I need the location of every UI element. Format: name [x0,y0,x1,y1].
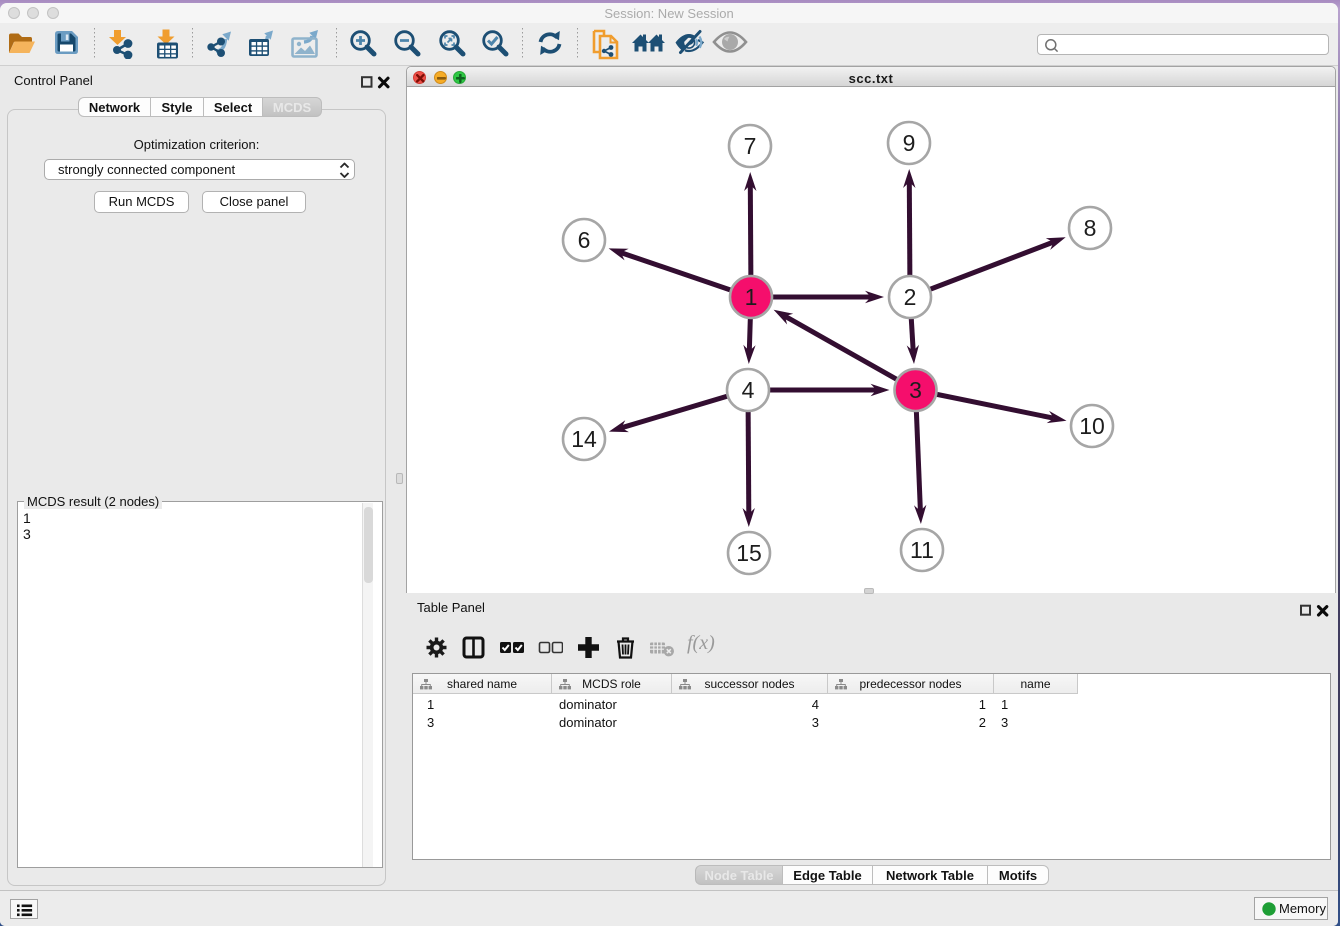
svg-text:9: 9 [903,130,916,156]
svg-text:4: 4 [742,377,755,403]
svg-text:8: 8 [1084,215,1097,241]
svg-text:2: 2 [904,284,917,310]
svg-text:6: 6 [578,227,591,253]
svg-text:7: 7 [744,133,757,159]
svg-text:15: 15 [736,540,762,566]
svg-text:3: 3 [909,377,922,403]
svg-text:1: 1 [745,284,758,310]
svg-text:14: 14 [571,426,597,452]
svg-text:11: 11 [910,537,934,563]
svg-text:10: 10 [1079,413,1105,439]
